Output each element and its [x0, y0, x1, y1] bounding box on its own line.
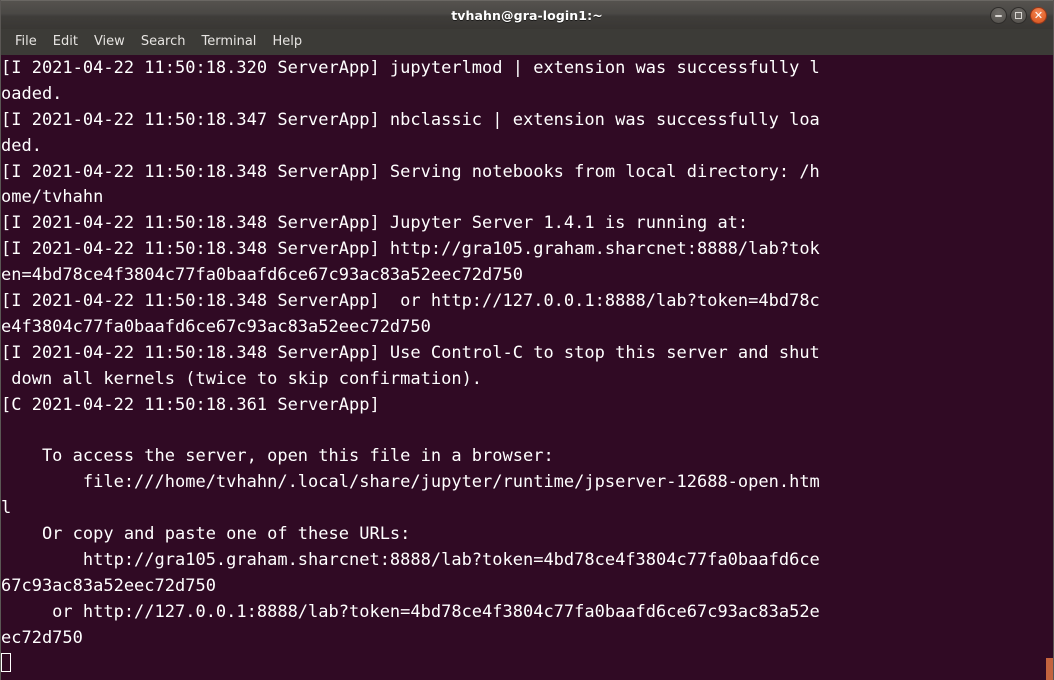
maximize-icon	[1015, 12, 1022, 19]
terminal-line: [C 2021-04-22 11:50:18.361 ServerApp]	[1, 394, 380, 415]
terminal-line: [I 2021-04-22 11:50:18.348 ServerApp] Ju…	[1, 213, 749, 234]
terminal-cursor	[1, 653, 11, 673]
menu-item-edit[interactable]: Edit	[45, 32, 86, 52]
menu-item-terminal[interactable]: Terminal	[193, 32, 264, 52]
terminal-line: down all kernels (twice to skip confirma…	[1, 368, 483, 389]
terminal-line: [I 2021-04-22 11:50:18.348 ServerApp] Us…	[1, 342, 820, 363]
terminal-line: file:///home/tvhahn/.local/share/jupyter…	[1, 472, 820, 493]
menu-bar: File Edit View Search Terminal Help	[0, 29, 1054, 55]
window-title: tvhahn@gra-login1:~	[451, 7, 603, 23]
terminal-line: http://gra105.graham.sharcnet:8888/lab?t…	[1, 549, 820, 570]
terminal-line: l	[1, 498, 12, 519]
maximize-button[interactable]	[1010, 7, 1027, 24]
terminal-line: e4f3804c77fa0baafd6ce67c93ac83a52eec72d7…	[1, 316, 431, 337]
terminal-line: ome/tvhahn	[1, 187, 104, 208]
terminal-line: [I 2021-04-22 11:50:18.348 ServerApp] or…	[1, 291, 820, 312]
terminal-line: [I 2021-04-22 11:50:18.348 ServerApp] ht…	[1, 239, 820, 260]
terminal-line: en=4bd78ce4f3804c77fa0baafd6ce67c93ac83a…	[1, 265, 523, 286]
window-titlebar[interactable]: tvhahn@gra-login1:~ ✕	[0, 0, 1054, 29]
terminal-line: Or copy and paste one of these URLs:	[1, 524, 411, 545]
window-controls: ✕	[990, 1, 1047, 30]
minimize-button[interactable]	[990, 7, 1007, 24]
menu-item-file[interactable]: File	[7, 32, 45, 52]
terminal-line: ec72d750	[1, 627, 83, 648]
menu-item-search[interactable]: Search	[133, 32, 194, 52]
terminal-window: tvhahn@gra-login1:~ ✕ File Edit View Sea…	[0, 0, 1054, 680]
terminal-cursor-line	[1, 651, 1054, 677]
terminal-line: [I 2021-04-22 11:50:18.320 ServerApp] ju…	[1, 58, 820, 78]
close-icon: ✕	[1033, 8, 1044, 22]
terminal-line: To access the server, open this file in …	[1, 446, 554, 467]
terminal-line: oaded.	[1, 83, 63, 104]
menu-item-view[interactable]: View	[86, 32, 133, 52]
terminal-line: ded.	[1, 135, 42, 156]
terminal-line: or http://127.0.0.1:8888/lab?token=4bd78…	[1, 601, 820, 622]
minimize-icon	[995, 14, 1002, 17]
menu-item-help[interactable]: Help	[264, 32, 310, 52]
terminal-screen: [I 2021-04-22 11:50:18.320 ServerApp] ju…	[0, 55, 1054, 677]
terminal-line: [I 2021-04-22 11:50:18.347 ServerApp] nb…	[1, 109, 820, 130]
terminal-output-area[interactable]: [I 2021-04-22 11:50:18.320 ServerApp] ju…	[0, 55, 1054, 680]
terminal-line: 67c93ac83a52eec72d750	[1, 575, 216, 596]
close-button[interactable]: ✕	[1030, 7, 1047, 24]
window-border-left	[0, 0, 1, 680]
terminal-line: [I 2021-04-22 11:50:18.348 ServerApp] Se…	[1, 161, 820, 182]
